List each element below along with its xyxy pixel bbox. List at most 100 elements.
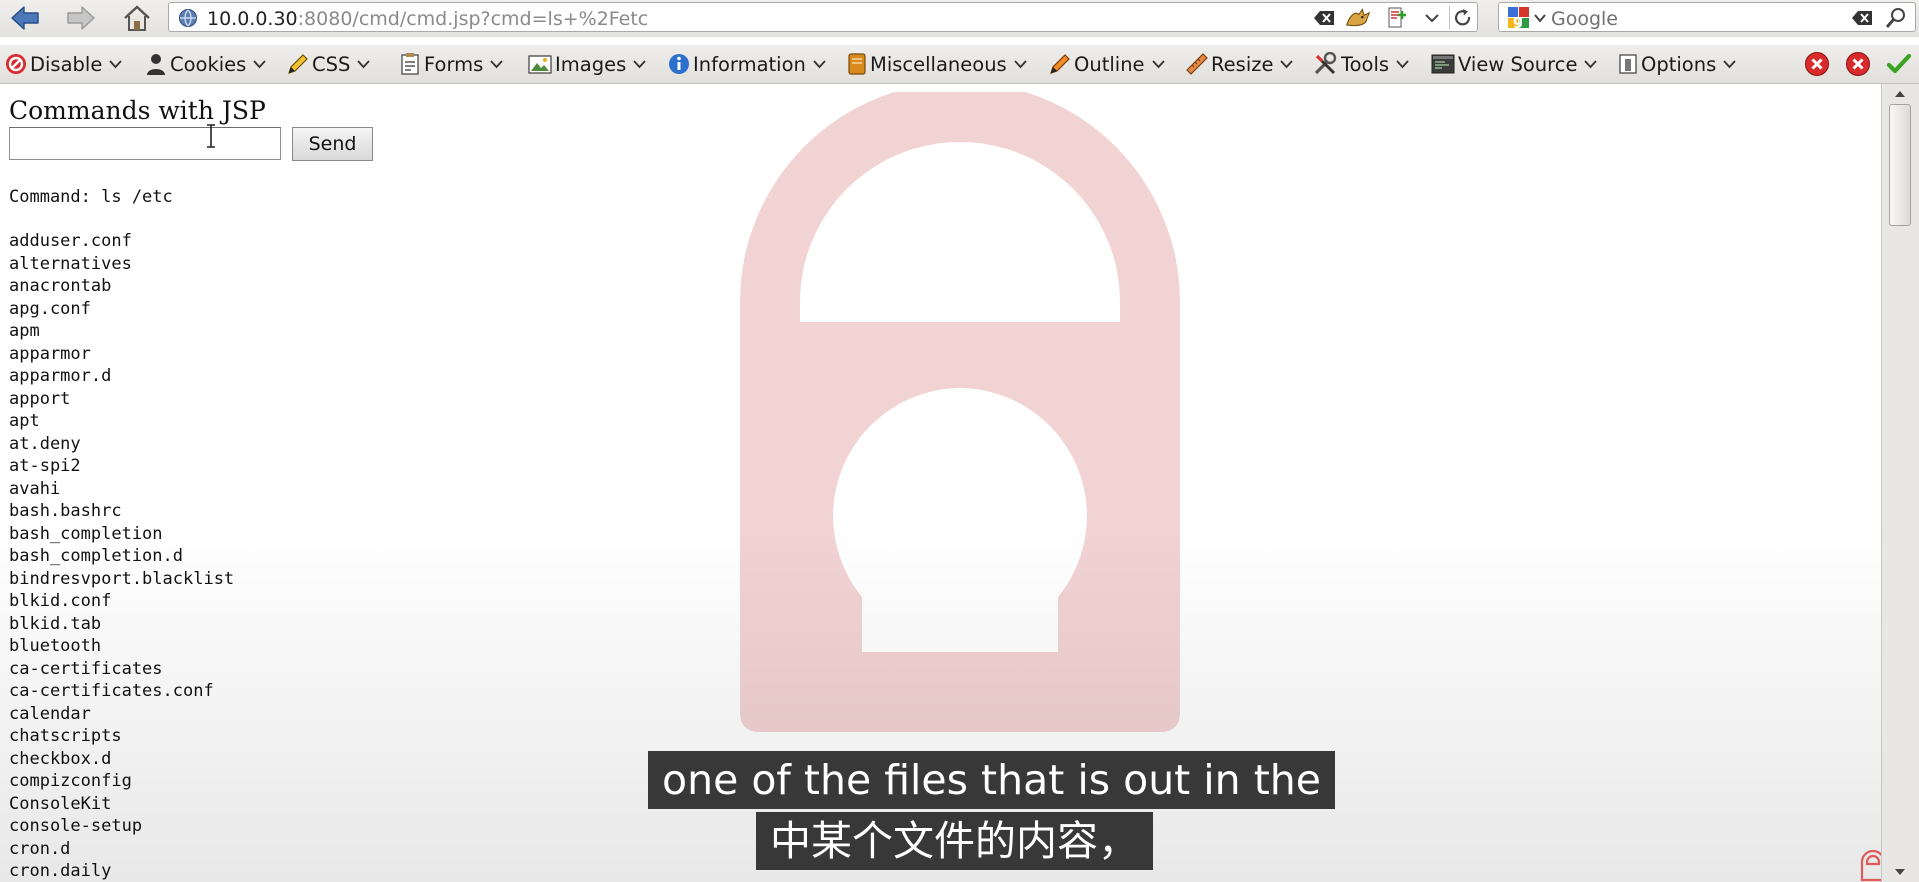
bookmark-icon[interactable]: [1385, 6, 1411, 30]
command-input[interactable]: [9, 127, 281, 160]
forms-label: Forms: [424, 52, 484, 76]
subtitle-line-english: one of the files that is out in the: [648, 751, 1335, 809]
tools-icon: [1314, 52, 1337, 75]
vertical-scrollbar[interactable]: [1881, 84, 1919, 882]
forms-menu[interactable]: Forms: [398, 50, 503, 78]
tomcat-addon-icon[interactable]: [1345, 6, 1371, 30]
file-list-item: alternatives: [9, 253, 132, 274]
outline-menu[interactable]: Outline: [1048, 50, 1165, 78]
search-engine-dropdown-icon[interactable]: [1533, 6, 1547, 30]
disable-icon: [6, 54, 26, 74]
options-icon: [1619, 54, 1637, 74]
images-label: Images: [555, 52, 627, 76]
web-developer-toolbar: Disable Cookies CSS Forms Images Informa…: [0, 45, 1919, 84]
file-list-item: apt: [9, 411, 40, 431]
resize-label: Resize: [1211, 52, 1274, 76]
scroll-up-icon[interactable]: [1890, 86, 1910, 102]
search-bar[interactable]: g Google: [1498, 2, 1916, 32]
file-list-item: console-setup: [9, 816, 143, 836]
file-list-item: calendar: [9, 703, 91, 724]
chevron-down-icon: [813, 59, 826, 68]
tools-menu[interactable]: Tools: [1313, 50, 1409, 78]
scroll-down-icon[interactable]: [1890, 864, 1910, 880]
cookies-menu[interactable]: Cookies: [144, 50, 267, 78]
home-icon[interactable]: [120, 2, 154, 34]
file-list-item: ca-certificates: [9, 658, 163, 679]
chevron-down-icon: [1723, 59, 1736, 68]
subtitle-line-chinese: 中某个文件的内容，: [756, 812, 1153, 870]
valid-check-icon[interactable]: [1886, 51, 1912, 81]
css-menu[interactable]: CSS: [286, 50, 371, 78]
file-list-item: bash_completion.d: [9, 546, 183, 566]
page-title: Commands with JSP: [9, 96, 266, 125]
file-list-item: avahi: [9, 478, 61, 499]
miscellaneous-menu[interactable]: Miscellaneous: [846, 50, 1027, 78]
disable-label: Disable: [30, 52, 103, 76]
file-list-item: apg.conf: [9, 298, 91, 319]
search-placeholder: Google: [1551, 8, 1619, 30]
file-list-item: adduser.conf: [9, 231, 132, 251]
file-listing: adduser.conf alternatives anacrontab apg.co…: [9, 230, 234, 882]
options-menu[interactable]: Options: [1617, 50, 1736, 78]
magnifier-icon[interactable]: [1883, 6, 1909, 30]
chevron-down-icon: [1396, 59, 1409, 68]
miscellaneous-icon: [848, 53, 866, 75]
chevron-down-icon: [633, 59, 646, 68]
command-echo: Command: ls /etc: [9, 187, 173, 207]
tools-label: Tools: [1341, 52, 1390, 76]
error-red-icon[interactable]: [1804, 51, 1830, 81]
file-list-item: blkid.tab: [9, 613, 102, 634]
view-source-label: View Source: [1458, 52, 1578, 76]
scrollbar-thumb[interactable]: [1889, 104, 1911, 226]
svg-text:g: g: [1513, 13, 1523, 29]
file-list-item: bash.bashrc: [9, 501, 122, 521]
back-arrow-icon[interactable]: [8, 2, 42, 34]
url-bar[interactable]: 10.0.0.30:8080/cmd/cmd.jsp?cmd=ls+%2Fetc: [168, 2, 1478, 32]
view-source-menu[interactable]: View Source: [1430, 50, 1598, 78]
css-label: CSS: [312, 52, 351, 76]
forms-icon: [401, 53, 419, 75]
file-list-item: chatscripts: [9, 726, 122, 746]
dropdown-icon[interactable]: [1419, 6, 1445, 30]
miscellaneous-label: Miscellaneous: [870, 52, 1007, 76]
outline-pencil-icon: [1050, 54, 1070, 74]
error-red-icon[interactable]: [1845, 51, 1871, 81]
chevron-down-icon: [253, 59, 267, 68]
chevron-down-icon: [1280, 59, 1294, 68]
clear-search-icon[interactable]: [1849, 6, 1875, 30]
clear-url-icon[interactable]: [1311, 6, 1337, 30]
file-list-item: ca-certificates.conf: [9, 681, 214, 701]
chevron-down-icon: [1151, 59, 1165, 68]
info-icon: [669, 54, 689, 74]
disable-menu[interactable]: Disable: [4, 50, 123, 78]
images-icon: [528, 55, 552, 74]
file-list-item: compizconfig: [9, 771, 132, 791]
chevron-down-icon: [1584, 59, 1598, 68]
file-list-item: at.deny: [9, 433, 81, 454]
send-button[interactable]: Send: [292, 127, 373, 161]
google-search-engine-icon[interactable]: g: [1505, 6, 1535, 30]
outline-label: Outline: [1074, 52, 1145, 76]
cookies-icon: [147, 54, 165, 75]
file-list-item: ConsoleKit: [9, 793, 112, 814]
file-list-item: apm: [9, 321, 40, 341]
file-list-item: cron.daily: [9, 861, 112, 881]
forward-arrow-icon[interactable]: [64, 2, 98, 34]
file-list-item: bluetooth: [9, 636, 102, 656]
reload-icon[interactable]: [1449, 6, 1476, 30]
view-source-icon: [1431, 54, 1455, 74]
file-list-item: checkbox.d: [9, 748, 112, 769]
css-pencil-icon: [288, 54, 308, 74]
chevron-down-icon: [1014, 59, 1027, 68]
lock-lightbulb-watermark-icon: [740, 92, 1180, 732]
images-menu[interactable]: Images: [527, 50, 646, 78]
file-list-item: at-spi2: [9, 456, 81, 476]
information-menu[interactable]: Information: [667, 50, 826, 78]
text-cursor-icon: [207, 124, 215, 148]
file-list-item: bindresvport.blacklist: [9, 568, 235, 589]
file-list-item: bash_completion: [9, 523, 163, 544]
url-text: 10.0.0.30:8080/cmd/cmd.jsp?cmd=ls+%2Fetc: [207, 8, 649, 30]
file-list-item: apport: [9, 388, 71, 409]
file-list-item: cron.d: [9, 838, 71, 859]
resize-menu[interactable]: Resize: [1185, 50, 1294, 78]
